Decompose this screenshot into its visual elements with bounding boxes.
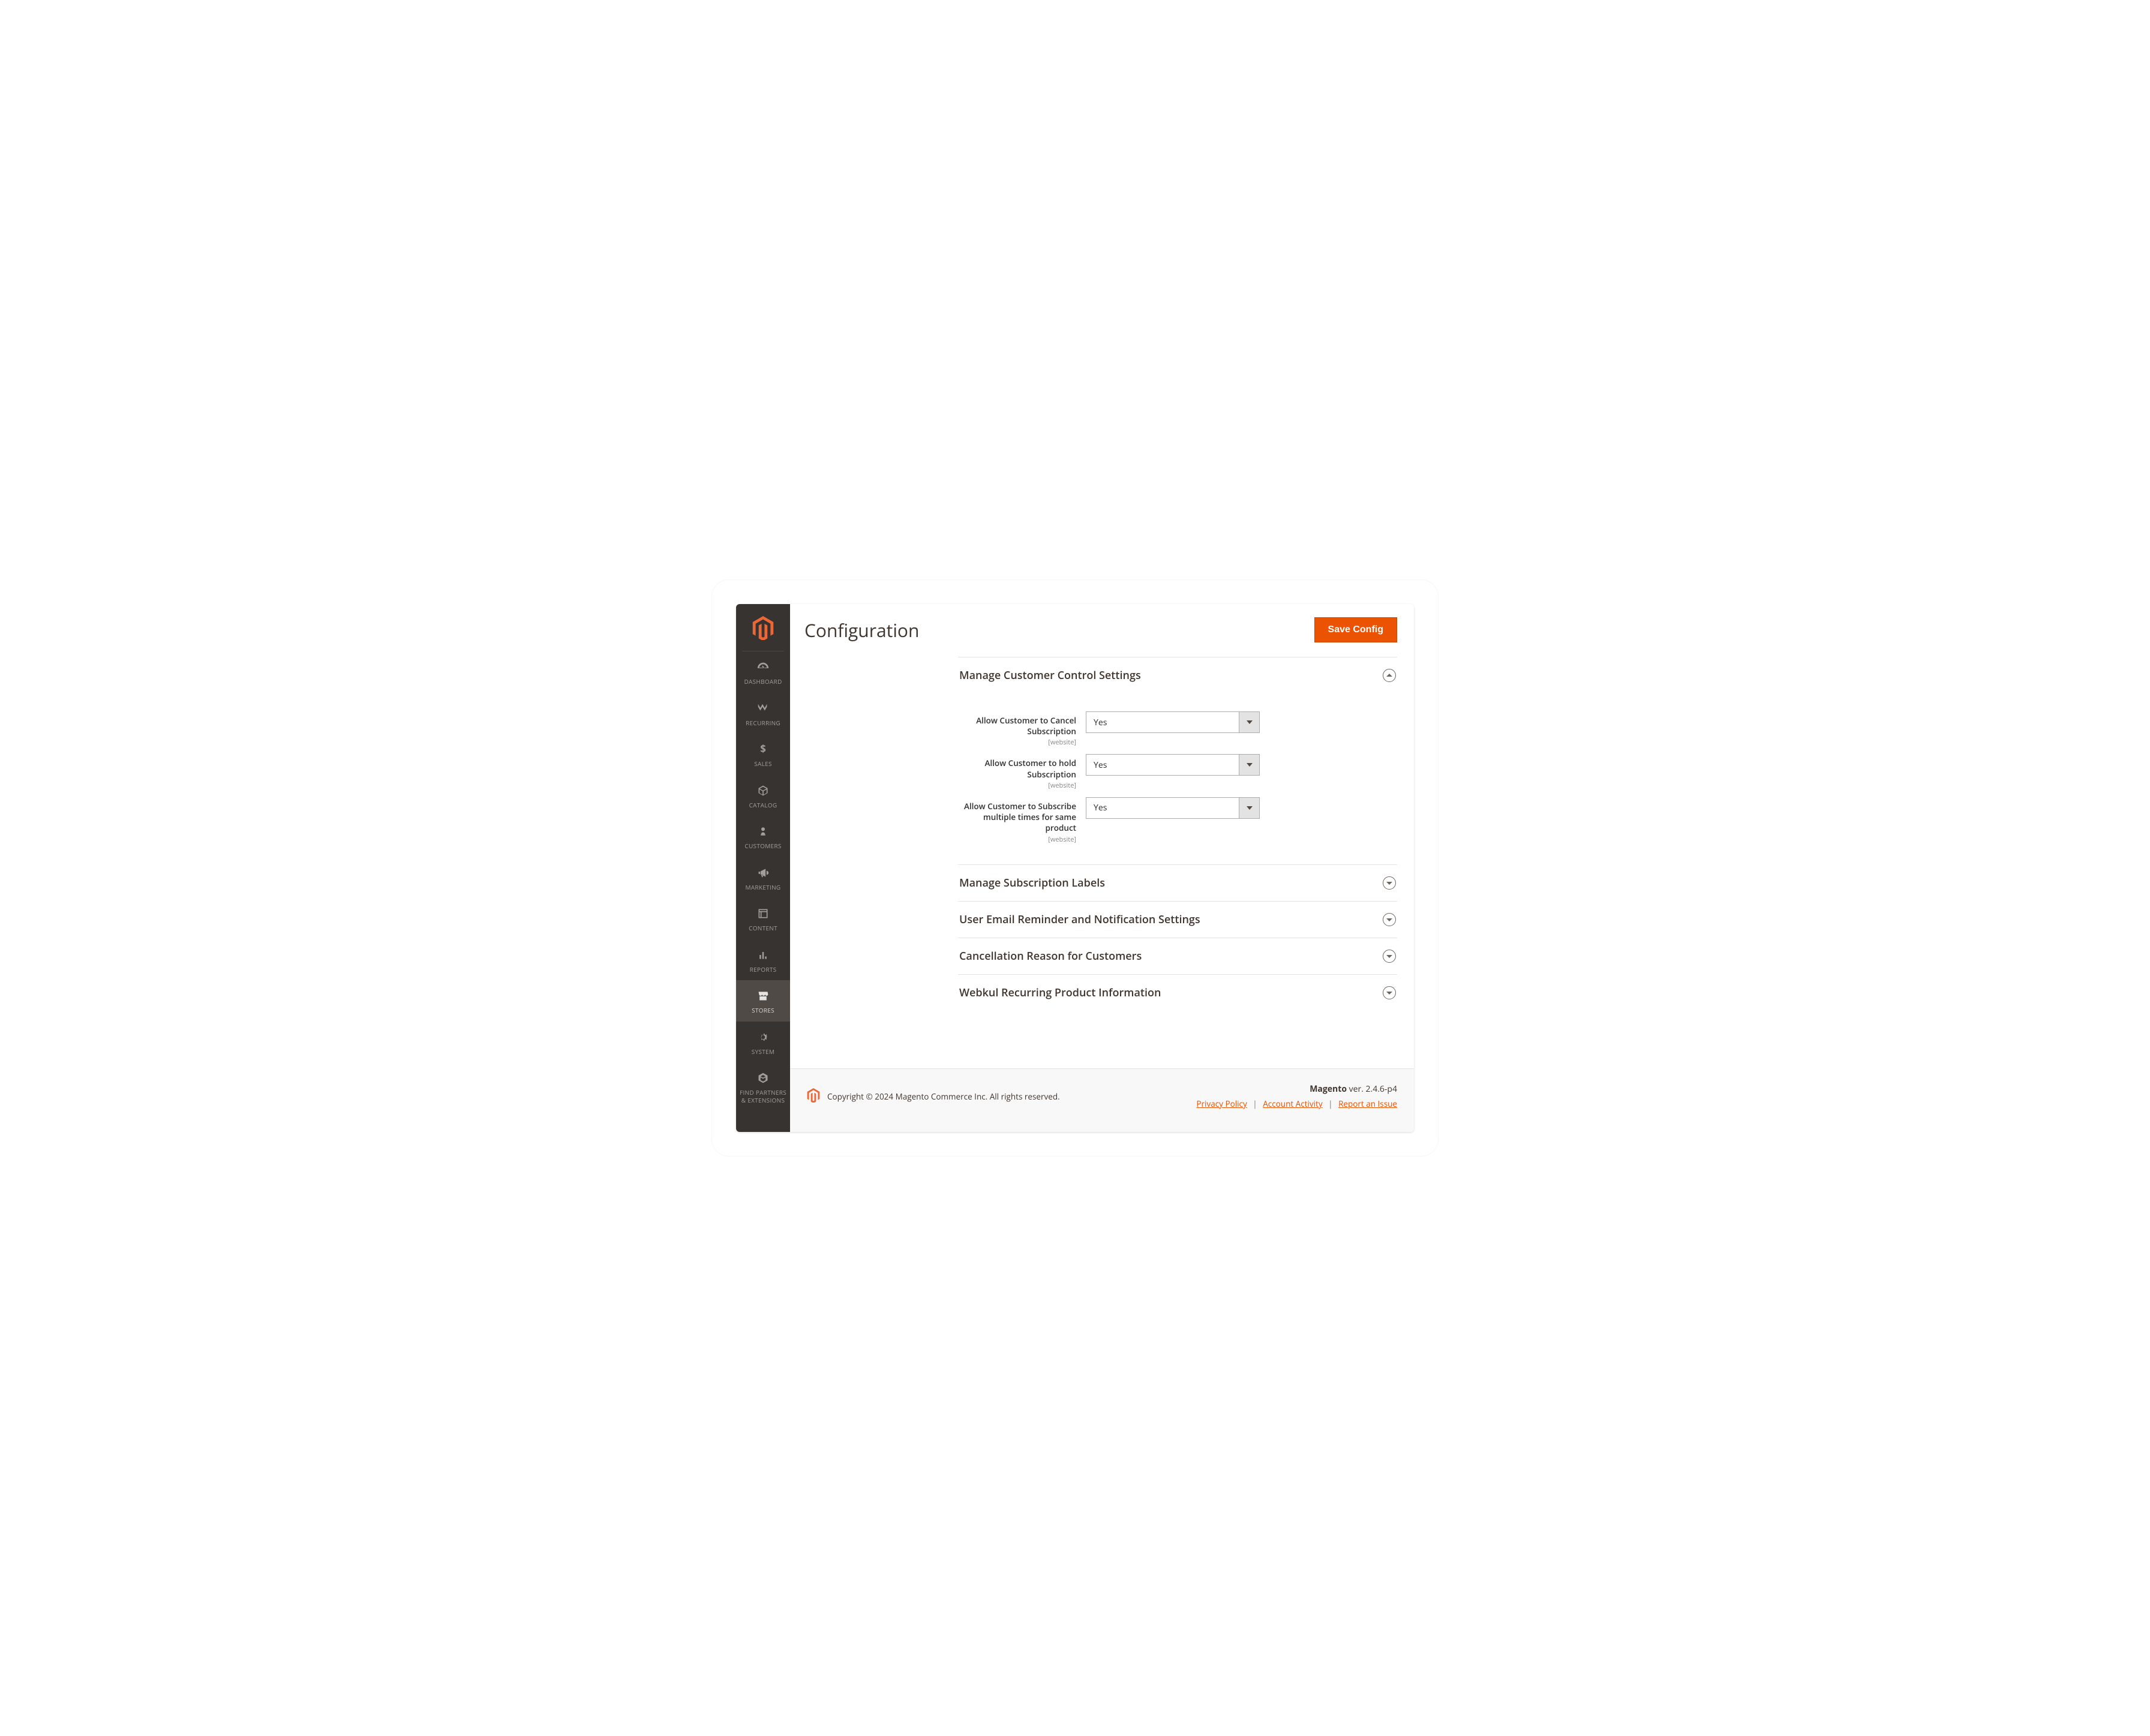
section-title: User Email Reminder and Notification Set… <box>959 912 1200 927</box>
marketing-icon <box>756 866 770 880</box>
chevron-down-icon <box>1239 755 1259 775</box>
section-email-reminder: User Email Reminder and Notification Set… <box>958 902 1397 938</box>
sidebar-item-content[interactable]: CONTENT <box>736 898 790 939</box>
sidebar-item-label: RECURRING <box>746 719 780 727</box>
field-label: Allow Customer to Subscribe multiple tim… <box>958 801 1076 834</box>
sidebar-item-label: SYSTEM <box>752 1048 774 1056</box>
field-label: Allow Customer to hold Subscription <box>958 758 1076 779</box>
sidebar-item-marketing[interactable]: MARKETING <box>736 857 790 899</box>
page-title: Configuration <box>804 618 919 642</box>
section-toggle-cancellation-reason[interactable]: Cancellation Reason for Customers <box>958 938 1397 974</box>
field-scope: [website] <box>958 835 1076 844</box>
sidebar-item-partners[interactable]: FIND PARTNERS & EXTENSIONS <box>736 1062 790 1111</box>
reports-icon <box>756 948 770 962</box>
field-allow-multiple: Allow Customer to Subscribe multiple tim… <box>958 794 1397 848</box>
chevron-down-icon <box>1239 798 1259 818</box>
section-webkul-recurring: Webkul Recurring Product Information <box>958 975 1397 1011</box>
account-activity-link[interactable]: Account Activity <box>1263 1098 1322 1109</box>
sidebar-item-label: DASHBOARD <box>744 678 782 686</box>
dashboard-icon <box>756 660 770 674</box>
field-scope: [website] <box>958 738 1076 747</box>
magento-logo-icon <box>752 616 774 640</box>
section-toggle-subscription-labels[interactable]: Manage Subscription Labels <box>958 865 1397 901</box>
magento-footer-logo-icon <box>807 1088 820 1105</box>
sidebar-item-label: CATALOG <box>749 801 777 809</box>
field-allow-hold: Allow Customer to hold Subscription [web… <box>958 750 1397 793</box>
sidebar-item-label: SALES <box>754 760 772 768</box>
chevron-down-icon <box>1383 876 1396 890</box>
system-icon <box>756 1030 770 1044</box>
sidebar-item-recurring[interactable]: RECURRING <box>736 693 790 734</box>
section-toggle-customer-control[interactable]: Manage Customer Control Settings <box>958 657 1397 693</box>
product-name: Magento <box>1310 1083 1347 1095</box>
chevron-down-icon <box>1383 950 1396 963</box>
sidebar-item-stores[interactable]: STORES <box>736 980 790 1022</box>
section-title: Cancellation Reason for Customers <box>959 949 1142 963</box>
select-allow-cancel[interactable]: Yes <box>1086 711 1260 733</box>
page-footer: Copyright © 2024 Magento Commerce Inc. A… <box>790 1068 1414 1132</box>
section-title: Manage Subscription Labels <box>959 876 1105 890</box>
recurring-icon <box>756 701 770 716</box>
section-title: Manage Customer Control Settings <box>959 668 1141 683</box>
section-toggle-email-reminder[interactable]: User Email Reminder and Notification Set… <box>958 902 1397 938</box>
sidebar-item-system[interactable]: SYSTEM <box>736 1022 790 1063</box>
sidebar-item-label: CONTENT <box>749 924 777 932</box>
partners-icon <box>756 1071 770 1085</box>
sidebar-item-label: MARKETING <box>746 884 781 891</box>
content-icon <box>756 906 770 921</box>
field-label: Allow Customer to Cancel Subscription <box>958 715 1076 737</box>
section-toggle-webkul-recurring[interactable]: Webkul Recurring Product Information <box>958 975 1397 1011</box>
svg-text:$: $ <box>760 743 766 755</box>
page-header: Configuration Save Config <box>790 604 1414 657</box>
main-panel: Configuration Save Config Manage Custome… <box>790 604 1414 1132</box>
copyright-text: Copyright © 2024 Magento Commerce Inc. A… <box>827 1091 1060 1102</box>
privacy-policy-link[interactable]: Privacy Policy <box>1196 1098 1247 1109</box>
chevron-down-icon <box>1383 986 1396 999</box>
save-config-button[interactable]: Save Config <box>1314 617 1397 642</box>
admin-sidebar: DASHBOARD RECURRING $ SALES CATALOG <box>736 604 790 1132</box>
sidebar-item-sales[interactable]: $ SALES <box>736 734 790 775</box>
separator: | <box>1328 1098 1332 1109</box>
sidebar-item-customers[interactable]: CUSTOMERS <box>736 816 790 857</box>
chevron-down-icon <box>1383 913 1396 926</box>
section-title: Webkul Recurring Product Information <box>959 986 1161 1000</box>
sidebar-item-label: FIND PARTNERS & EXTENSIONS <box>737 1089 789 1104</box>
customers-icon <box>756 824 770 839</box>
sidebar-item-dashboard[interactable]: DASHBOARD <box>736 651 790 693</box>
chevron-down-icon <box>1239 712 1259 732</box>
field-scope: [website] <box>958 781 1076 790</box>
sales-icon: $ <box>756 742 770 756</box>
select-allow-hold[interactable]: Yes <box>1086 754 1260 776</box>
select-value: Yes <box>1094 759 1107 771</box>
select-allow-multiple[interactable]: Yes <box>1086 797 1260 819</box>
report-issue-link[interactable]: Report an Issue <box>1338 1098 1397 1109</box>
sidebar-item-reports[interactable]: REPORTS <box>736 939 790 981</box>
sidebar-item-label: REPORTS <box>750 966 777 974</box>
separator: | <box>1253 1098 1257 1109</box>
section-customer-control: Manage Customer Control Settings Allow C… <box>958 657 1397 865</box>
field-allow-cancel: Allow Customer to Cancel Subscription [w… <box>958 708 1397 750</box>
section-subscription-labels: Manage Subscription Labels <box>958 865 1397 902</box>
brand-logo <box>742 604 784 651</box>
version-text: ver. 2.4.6-p4 <box>1349 1083 1397 1095</box>
sidebar-item-label: STORES <box>752 1007 774 1014</box>
select-value: Yes <box>1094 802 1107 813</box>
catalog-icon <box>756 783 770 798</box>
sidebar-item-label: CUSTOMERS <box>744 842 781 850</box>
select-value: Yes <box>1094 717 1107 728</box>
section-cancellation-reason: Cancellation Reason for Customers <box>958 938 1397 975</box>
sidebar-item-catalog[interactable]: CATALOG <box>736 775 790 816</box>
stores-icon <box>756 989 770 1003</box>
chevron-up-icon <box>1383 669 1396 682</box>
